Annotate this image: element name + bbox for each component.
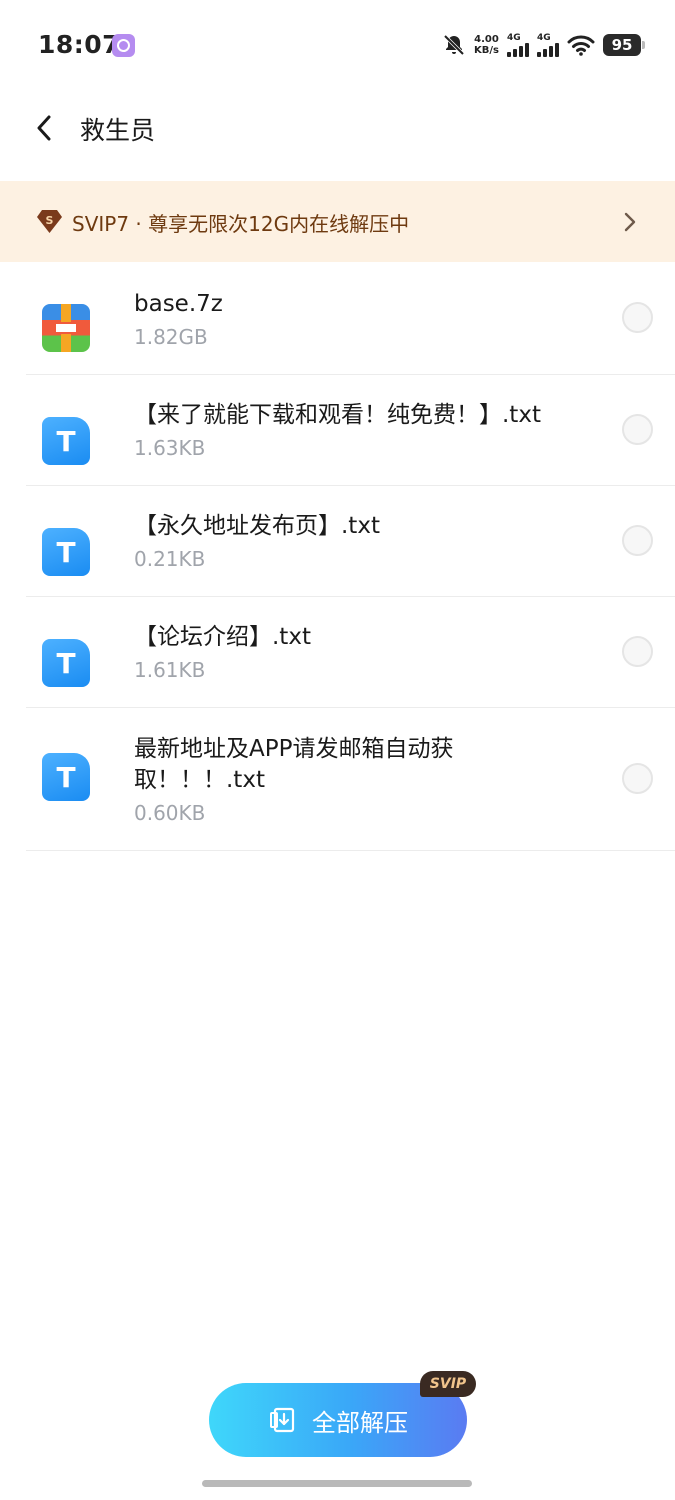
network-speed-unit: KB/s <box>474 45 499 56</box>
file-size: 0.60KB <box>134 801 206 825</box>
extract-all-label: 全部解压 <box>312 1408 408 1437</box>
signal-bars-icon <box>507 42 529 57</box>
cellular-signal-1: 4G <box>507 32 529 57</box>
network-speed: 4.00 KB/s <box>474 34 499 56</box>
bell-muted-icon <box>443 34 465 56</box>
txt-file-icon: T <box>42 639 90 687</box>
file-size: 1.63KB <box>134 436 206 460</box>
file-row[interactable]: base.7z 1.82GB <box>0 262 675 375</box>
top-app-bar: 救生员 <box>0 95 675 165</box>
network-type-label: 4G <box>507 32 521 43</box>
txt-icon-letter: T <box>56 646 76 680</box>
file-row[interactable]: T 【论坛介绍】.txt 1.61KB <box>0 597 675 708</box>
file-name: 【来了就能下载和观看！纯免费！】.txt <box>134 402 541 428</box>
divider <box>26 850 675 851</box>
svip-badge-letter: S <box>46 214 54 227</box>
file-select-radio[interactable] <box>622 525 653 556</box>
network-type-label: 4G <box>537 32 551 43</box>
battery-level: 95 <box>611 36 633 54</box>
file-name: 【论坛介绍】.txt <box>134 624 311 650</box>
file-select-radio[interactable] <box>622 636 653 667</box>
wifi-icon <box>567 35 595 56</box>
network-speed-value: 4.00 <box>474 34 499 45</box>
battery-icon: 95 <box>603 34 645 56</box>
file-select-radio[interactable] <box>622 302 653 333</box>
file-row[interactable]: T 最新地址及APP请发邮箱自动获取！！！.txt 0.60KB <box>0 708 675 850</box>
cellular-signal-2: 4G <box>537 32 559 57</box>
archive-icon <box>42 304 90 352</box>
txt-file-icon: T <box>42 753 90 801</box>
file-select-radio[interactable] <box>622 763 653 794</box>
txt-icon-letter: T <box>56 424 76 458</box>
home-indicator[interactable] <box>202 1480 472 1487</box>
chevron-right-icon <box>624 212 636 232</box>
file-row[interactable]: T 【来了就能下载和观看！纯免费！】.txt 1.63KB <box>0 375 675 486</box>
file-name: 【永久地址发布页】.txt <box>134 513 380 539</box>
file-name: base.7z <box>134 291 223 317</box>
svip-diamond-icon: S <box>37 210 62 233</box>
txt-file-icon: T <box>42 528 90 576</box>
back-arrow-icon[interactable] <box>30 113 60 143</box>
txt-icon-letter: T <box>56 760 76 794</box>
extract-icon <box>270 1407 295 1433</box>
status-indicators: 4.00 KB/s 4G 4G 95 <box>442 30 645 60</box>
svip-tag: SVIP <box>420 1371 476 1397</box>
file-size: 0.21KB <box>134 547 206 571</box>
svip-banner[interactable]: S SVIP7 · 尊享无限次12G内在线解压中 <box>0 181 675 262</box>
file-size: 1.82GB <box>134 325 208 349</box>
file-name: 最新地址及APP请发邮箱自动获取！！！.txt <box>134 736 454 793</box>
signal-bars-icon <box>537 42 559 57</box>
txt-file-icon: T <box>42 417 90 465</box>
page-title: 救生员 <box>80 116 156 145</box>
app-notification-icon <box>112 34 135 57</box>
txt-icon-letter: T <box>56 535 76 569</box>
status-time: 18:07 <box>38 30 121 59</box>
svip-banner-text: SVIP7 · 尊享无限次12G内在线解压中 <box>72 212 410 236</box>
file-size: 1.61KB <box>134 658 206 682</box>
file-row[interactable]: T 【永久地址发布页】.txt 0.21KB <box>0 486 675 597</box>
status-bar: 18:07 4.00 KB/s 4G 4G 95 <box>0 0 675 90</box>
file-select-radio[interactable] <box>622 414 653 445</box>
